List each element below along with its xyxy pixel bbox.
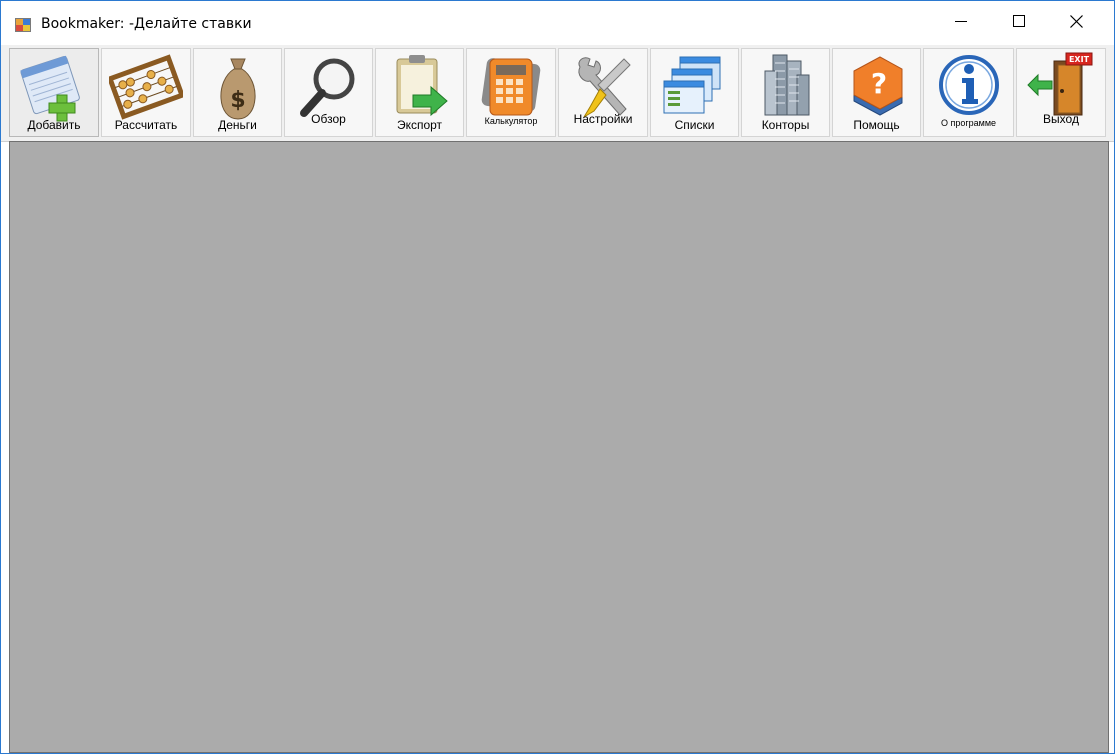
window-title: Bookmaker: -Делайте ставки <box>41 16 252 32</box>
buildings-icon <box>764 54 809 116</box>
mdi-client-area[interactable] <box>9 141 1109 753</box>
calculator-icon <box>481 58 541 116</box>
info-icon <box>938 55 999 115</box>
exit-label: Выход <box>1043 112 1079 126</box>
help-label: Помощь <box>853 118 900 132</box>
minimize-icon <box>955 15 967 27</box>
export-button[interactable]: Экспорт <box>375 48 464 137</box>
settings-button[interactable]: Настройки <box>558 48 648 137</box>
calculate-label: Рассчитать <box>114 118 178 132</box>
notepad-plus-icon <box>20 55 80 122</box>
exit-button[interactable]: EXIT Выход <box>1016 48 1106 137</box>
minimize-button[interactable] <box>938 1 984 41</box>
help-button[interactable]: ? Помощь <box>832 48 921 137</box>
svg-text:EXIT: EXIT <box>1069 55 1090 64</box>
lists-button[interactable]: Списки <box>650 48 739 137</box>
money-label: Деньги <box>218 118 257 132</box>
lists-icon <box>663 56 720 114</box>
money-bag-icon: $ <box>220 58 255 120</box>
offices-label: Конторы <box>761 118 810 132</box>
svg-text:$: $ <box>230 88 245 113</box>
money-button[interactable]: $ Деньги <box>193 48 282 137</box>
calculator-label: Калькулятор <box>484 116 538 126</box>
add-button[interactable]: Добавить <box>9 48 99 137</box>
main-window: Bookmaker: -Делайте ставки Добавить Расс… <box>0 0 1115 754</box>
overview-label: Обзор <box>311 112 346 126</box>
add-label: Добавить <box>27 118 81 132</box>
lists-label: Списки <box>674 118 715 132</box>
abacus-icon <box>109 54 183 120</box>
calculate-button[interactable]: Рассчитать <box>101 48 191 137</box>
main-toolbar: Добавить Рассчитать $ Деньги Обзор Экспо… <box>1 45 1114 142</box>
help-book-icon: ? <box>853 56 902 116</box>
app-form-icon[interactable] <box>15 18 31 32</box>
title-bar[interactable]: Bookmaker: -Делайте ставки <box>1 1 1114 45</box>
close-button[interactable] <box>1053 1 1099 41</box>
settings-label: Настройки <box>573 112 633 126</box>
offices-button[interactable]: Конторы <box>741 48 830 137</box>
calculator-button[interactable]: Калькулятор <box>466 48 556 137</box>
maximize-button[interactable] <box>996 1 1042 41</box>
close-icon <box>1069 14 1083 28</box>
svg-text:?: ? <box>870 67 886 100</box>
overview-button[interactable]: Обзор <box>284 48 373 137</box>
export-clipboard-icon <box>396 55 448 117</box>
maximize-icon <box>1013 15 1025 27</box>
about-label: О программе <box>940 118 997 128</box>
export-label: Экспорт <box>396 118 443 132</box>
about-button[interactable]: О программе <box>923 48 1014 137</box>
